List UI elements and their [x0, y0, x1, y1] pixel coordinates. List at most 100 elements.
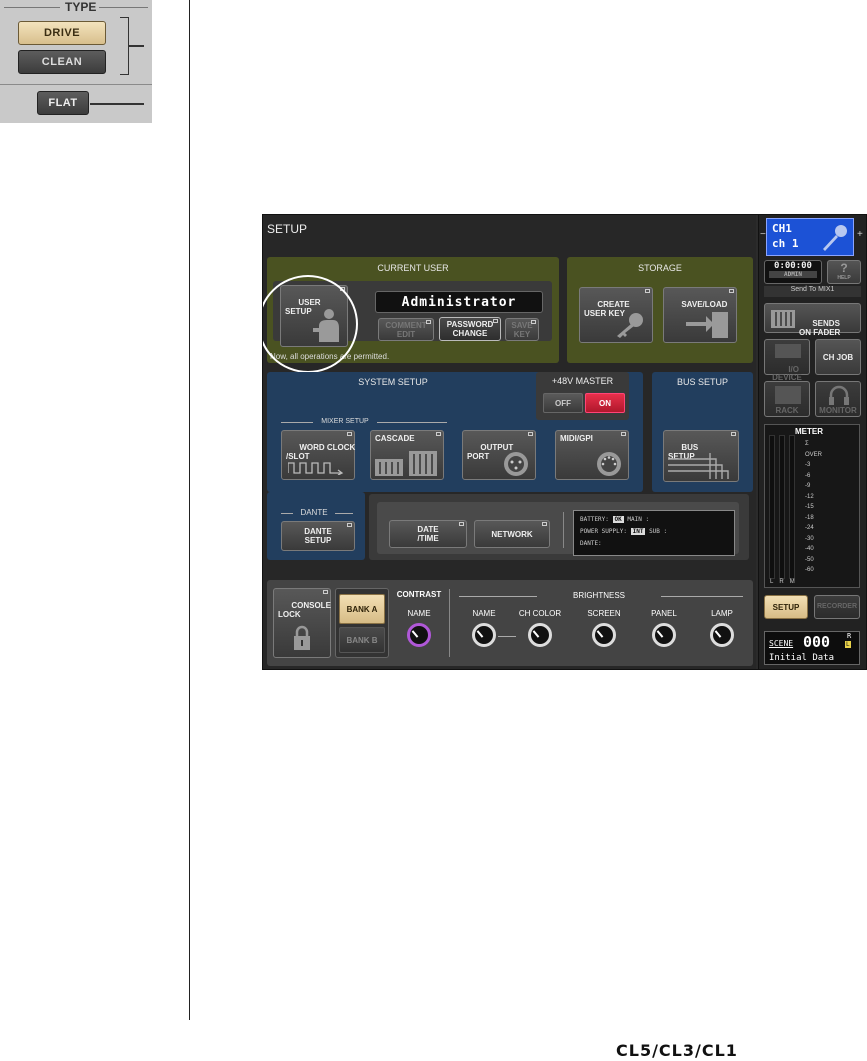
phantom-off-button[interactable]: OFF — [543, 393, 583, 413]
meter-channel-label: R — [779, 579, 790, 585]
microphone-icon — [823, 225, 847, 251]
knob-link-line — [498, 636, 516, 637]
io-device-button[interactable]: I/O DEVICE — [764, 339, 810, 382]
network-button[interactable]: NETWORK — [474, 520, 550, 548]
power-supply-label: POWER SUPPLY: — [580, 528, 627, 535]
setup-button[interactable]: SETUP — [764, 595, 808, 619]
popup-indicator-icon — [323, 590, 328, 594]
help-label: HELP — [837, 275, 851, 281]
setup-screen: SETUP CURRENT USER USER SETUP Administra… — [262, 214, 867, 670]
setup-main-area: SETUP CURRENT USER USER SETUP Administra… — [263, 215, 756, 669]
rack-icon — [775, 386, 801, 404]
key-icon — [617, 313, 643, 338]
brightness-knob-label: CH COLOR — [518, 609, 562, 618]
brightness-rule-right — [661, 596, 743, 597]
popup-indicator-icon — [542, 522, 547, 526]
mixer-setup-rule-left — [281, 422, 313, 423]
brightness-lamp-knob[interactable] — [710, 623, 734, 647]
status-info-panel: BATTERY: OK MAIN : POWER SUPPLY: INT SUB… — [573, 510, 735, 556]
dante-setup-label: DANTE SETUP — [304, 527, 332, 545]
monitor-button[interactable]: MONITOR — [815, 381, 861, 417]
comment-edit-button[interactable]: COMMENT EDIT — [378, 318, 434, 341]
help-button[interactable]: ? HELP — [827, 260, 861, 284]
brightness-ch-color-knob[interactable] — [528, 623, 552, 647]
save-load-icon — [686, 312, 728, 338]
meter-display[interactable]: METER Σ OVER -3 -6 -9 -12 -15 -18 -24 -30 -40 -50 -6… — [764, 424, 860, 588]
save-load-button[interactable]: SAVE/LOAD — [663, 287, 737, 343]
meter-bar-m — [789, 435, 795, 579]
rack-label: RACK — [775, 406, 799, 415]
cascade-console-icon — [375, 451, 437, 476]
recorder-button[interactable]: RECORDER — [814, 595, 860, 619]
save-key-button[interactable]: SAVE KEY — [505, 318, 539, 341]
phantom-on-button[interactable]: ON — [585, 393, 625, 413]
fader-icon — [771, 310, 795, 328]
midi-gpi-button[interactable]: MIDI/GPI — [555, 430, 629, 480]
page-divider — [189, 0, 190, 1020]
contrast-title: CONTRAST — [396, 590, 442, 599]
scene-label: SCENE — [769, 639, 794, 648]
main-label: MAIN : — [627, 516, 650, 523]
meter-scale-tick: -6 — [805, 472, 811, 479]
save-key-label: SAVE KEY — [511, 320, 533, 339]
channel-prev-icon[interactable]: − — [760, 229, 766, 240]
type-title: TYPE — [62, 0, 100, 14]
channel-next-icon[interactable]: + — [857, 229, 863, 240]
selected-channel-display[interactable]: CH1 ch 1 — [766, 218, 854, 256]
network-label: NETWORK — [491, 529, 533, 539]
mixer-setup-rule-right — [377, 422, 447, 423]
scene-name: Initial Data — [769, 653, 835, 663]
brightness-screen-knob[interactable] — [592, 623, 616, 647]
contrast-name-knob[interactable] — [407, 623, 431, 647]
type-panel: TYPE DRIVE CLEAN FLAT — [0, 0, 152, 123]
popup-indicator-icon — [729, 289, 734, 293]
system-setup-title: SYSTEM SETUP — [358, 377, 428, 387]
popup-indicator-icon — [528, 432, 533, 436]
model-logo: CL5/CL3/CL1 — [616, 1041, 738, 1060]
popup-indicator-icon — [347, 523, 352, 527]
bank-b-button[interactable]: BANK B — [339, 627, 385, 653]
brightness-panel-knob[interactable] — [652, 623, 676, 647]
midi-gpi-label: MIDI/GPI — [560, 434, 593, 443]
cascade-button[interactable]: CASCADE — [370, 430, 444, 480]
meter-channel-labels: LRM — [770, 579, 801, 585]
type-callout-line — [129, 45, 144, 47]
send-to-display: Send To MIX1 — [764, 286, 861, 297]
io-rack-icon — [775, 344, 801, 358]
meter-scale-tick: OVER — [805, 451, 823, 458]
date-time-button[interactable]: DATE /TIME — [389, 520, 467, 548]
ch-job-button[interactable]: CH JOB — [815, 339, 861, 375]
console-lock-button[interactable]: CONSOLE LOCK — [273, 588, 331, 658]
sends-on-fader-button[interactable]: SENDS ON FADER — [764, 303, 861, 337]
meter-scale: Σ OVER -3 -6 -9 -12 -15 -18 -24 -30 -40 -50 -60 — [805, 439, 822, 576]
scene-display[interactable]: SCENE 000 R L Initial Data — [764, 631, 860, 665]
info-separator — [563, 512, 564, 548]
brightness-name-knob[interactable] — [472, 623, 496, 647]
title-rule-right — [98, 7, 148, 8]
sends-on-fader-label: SENDS ON FADER — [799, 319, 841, 337]
popup-indicator-icon — [459, 522, 464, 526]
meter-scale-tick: -40 — [805, 546, 814, 552]
battery-value: OK — [612, 516, 624, 523]
word-clock-slot-button[interactable]: WORD CLOCK /SLOT — [281, 430, 355, 480]
output-port-button[interactable]: OUTPUT PORT — [462, 430, 536, 480]
create-user-key-button[interactable]: CREATE USER KEY — [579, 287, 653, 343]
user-display: ADMIN — [769, 271, 817, 278]
dante-setup-button[interactable]: DANTE SETUP — [281, 521, 355, 551]
bank-a-button[interactable]: BANK A — [339, 594, 385, 624]
bus-setup-button[interactable]: BUS SETUP — [663, 430, 739, 482]
power-row: POWER SUPPLY: INT SUB : — [580, 526, 728, 538]
rack-button[interactable]: RACK — [764, 381, 810, 417]
drive-button[interactable]: DRIVE — [18, 21, 106, 45]
popup-indicator-icon — [645, 289, 650, 293]
title-rule-left — [4, 7, 60, 8]
popup-indicator-icon — [493, 319, 498, 323]
password-change-button[interactable]: PASSWORD CHANGE — [439, 317, 501, 341]
battery-label: BATTERY: — [580, 516, 609, 523]
clean-button[interactable]: CLEAN — [18, 50, 106, 74]
time-display: 0:00:00 — [774, 261, 812, 271]
meter-scale-tick: -3 — [805, 462, 811, 468]
flat-button[interactable]: FLAT — [37, 91, 89, 115]
screen-title: SETUP — [267, 222, 308, 236]
help-icon: ? — [840, 261, 848, 275]
